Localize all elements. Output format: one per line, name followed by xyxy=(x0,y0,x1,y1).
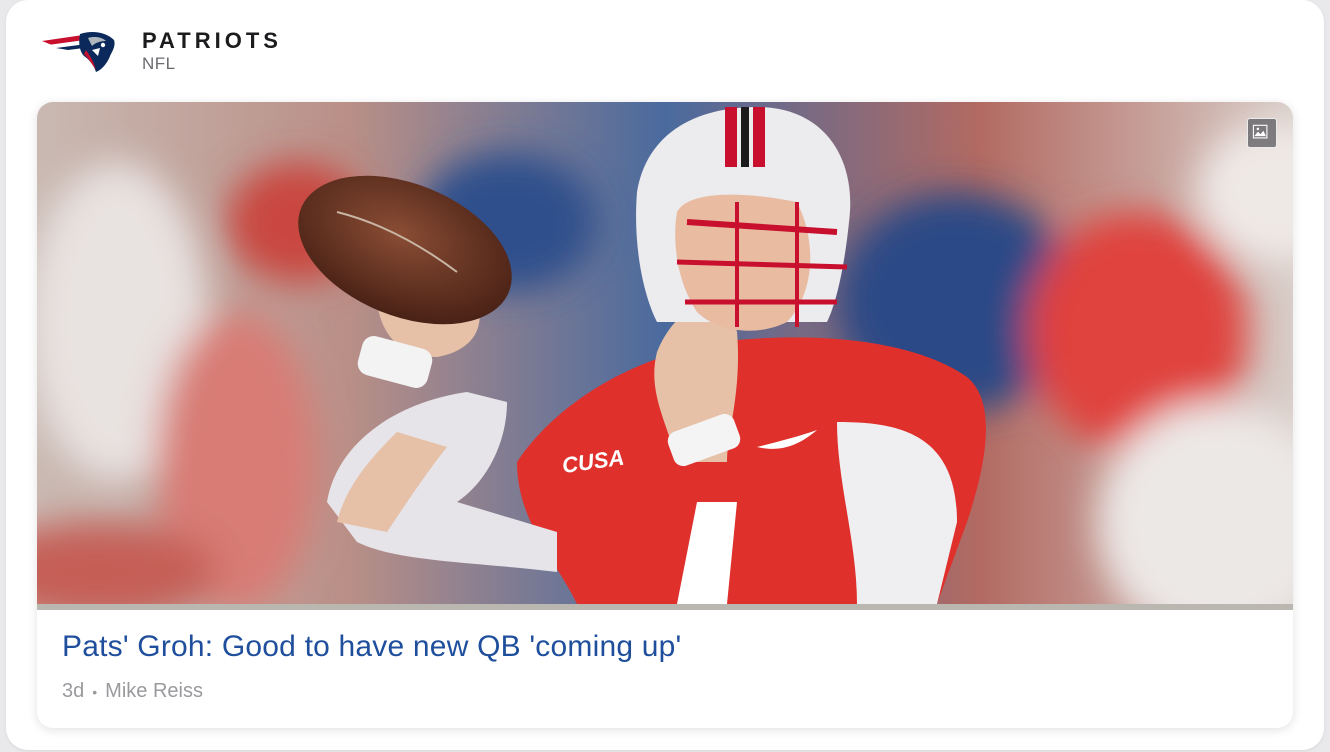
league-label: NFL xyxy=(142,54,176,73)
meta-separator: • xyxy=(92,683,98,700)
article-meta: 3d • Mike Reiss xyxy=(62,680,203,703)
news-widget: PATRIOTS NFL CUSA Pats' Groh: Good to ha… xyxy=(6,0,1324,750)
article-photo: CUSA xyxy=(37,102,1293,604)
photo-bottom-edge xyxy=(37,604,1293,610)
article-card[interactable]: CUSA Pats' Groh: Good to have new QB 'co… xyxy=(37,102,1293,728)
team-name: PATRIOTS xyxy=(142,28,282,53)
patriots-logo-icon xyxy=(42,32,115,72)
article-author: Mike Reiss xyxy=(105,680,203,702)
image-icon xyxy=(1247,118,1277,148)
article-headline[interactable]: Pats' Groh: Good to have new QB 'coming … xyxy=(62,630,681,664)
team-header[interactable]: PATRIOTS NFL xyxy=(40,26,282,76)
article-age: 3d xyxy=(62,680,85,702)
